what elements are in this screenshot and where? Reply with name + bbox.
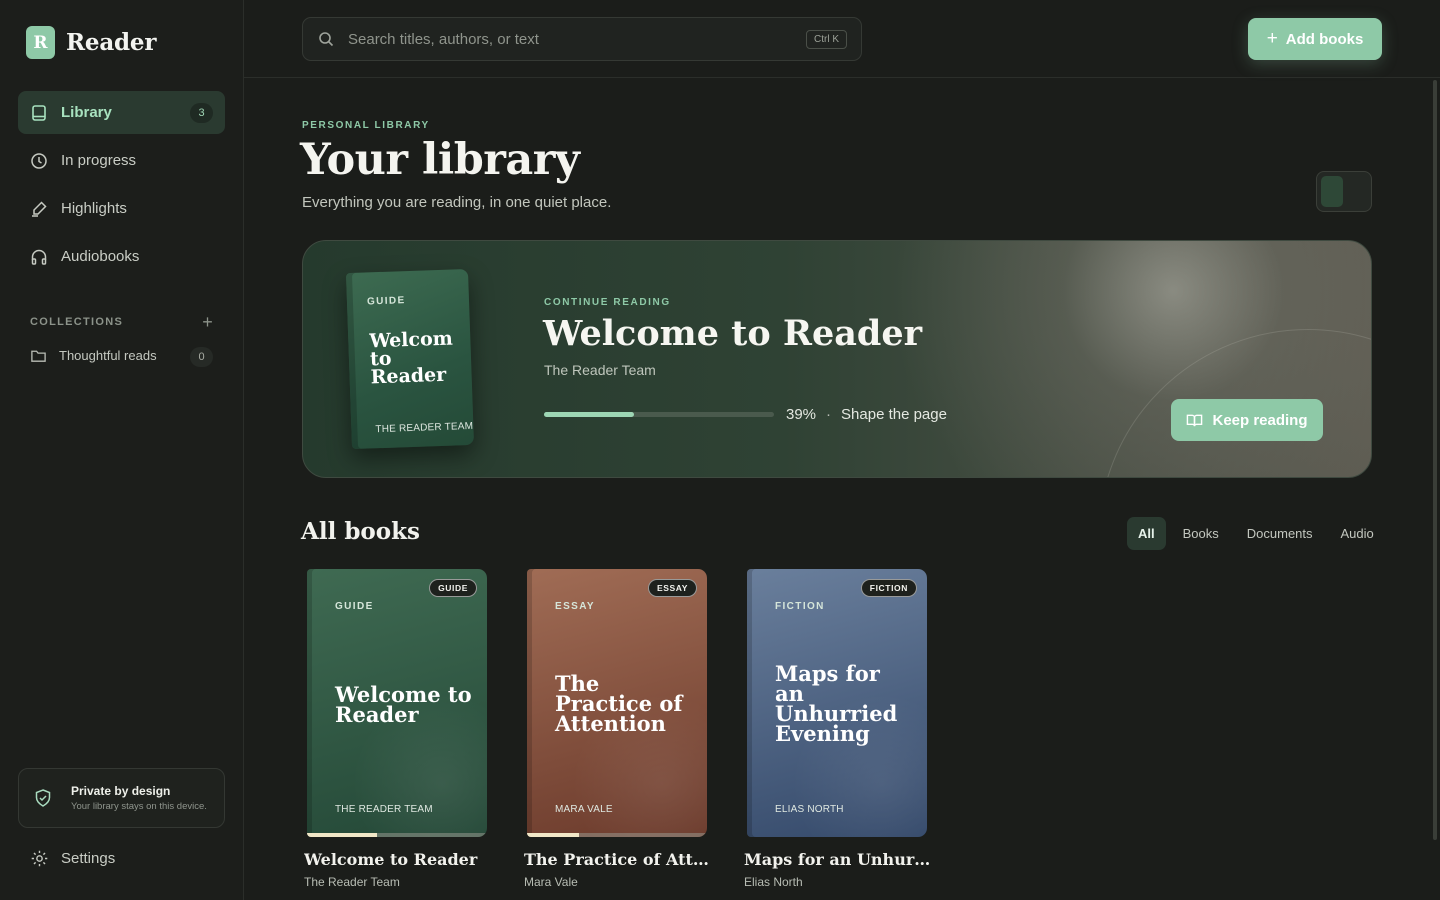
reading-meta: 39% · Shape the page [786,406,947,423]
sidebar-item-library[interactable]: Library 3 [18,91,225,134]
book-card[interactable]: FICTION FICTION Maps for an Unhurried Ev… [744,569,934,889]
add-books-label: Add books [1285,30,1364,48]
reading-progress-bar [544,412,774,417]
cover-genre: FICTION [775,601,825,612]
search-shortcut-hint: Ctrl K [806,30,847,49]
top-bar: Ctrl K + Add books [244,0,1440,78]
book-progress-fill [527,833,580,837]
brand-logo: R [26,26,55,59]
continue-reading-card: GUIDE Welcom to Reader THE READER TEAM C… [302,240,1372,478]
book-author: The Reader Team [304,875,400,889]
collection-item-thoughtful-reads[interactable]: Thoughtful reads 0 [30,347,214,367]
filter-all[interactable]: All [1127,517,1166,550]
sidebar-item-label: Library [61,104,112,121]
book-cover[interactable]: ESSAY ESSAY The Practice of Attention MA… [527,569,707,837]
privacy-title: Private by design [71,784,171,798]
add-books-button[interactable]: + Add books [1248,18,1382,60]
open-book-icon [1186,412,1203,429]
sidebar-item-label: Audiobooks [61,248,140,265]
search-input[interactable] [348,30,788,48]
collections-header: COLLECTIONS + [30,313,214,331]
add-collection-icon[interactable]: + [202,313,214,331]
cover-genre: GUIDE [366,295,406,308]
brand[interactable]: R Reader [26,26,156,59]
book-author: Elias North [744,875,803,889]
book-cover[interactable]: GUIDE GUIDE Welcome to Reader THE READER… [307,569,487,837]
book-progress-bar [307,833,487,837]
filter-documents[interactable]: Documents [1236,517,1324,550]
keep-reading-button[interactable]: Keep reading [1171,399,1323,441]
library-count-badge: 3 [190,103,213,123]
collection-count-badge: 0 [190,347,213,367]
view-toggle[interactable] [1316,171,1372,212]
highlighter-icon [30,200,48,218]
hero-book-cover[interactable]: GUIDE Welcom to Reader THE READER TEAM [345,268,475,450]
cover-title: Maps for an Unhurried Evening [775,661,898,746]
view-toggle-knob [1321,176,1343,207]
keep-reading-label: Keep reading [1212,411,1308,429]
progress-percent: 39% [786,406,817,423]
filter-books[interactable]: Books [1172,517,1230,550]
search-box[interactable]: Ctrl K [302,17,862,61]
book-title: Welcome to Reader [304,850,478,869]
sidebar-item-highlights[interactable]: Highlights [18,187,225,230]
page-subtitle: Everything you are reading, in one quiet… [302,194,612,211]
book-type-tag: FICTION [860,579,917,597]
clock-icon [30,152,48,170]
cover-genre: ESSAY [555,601,595,612]
sidebar-item-in-progress[interactable]: In progress [18,139,225,182]
book-type-tag: ESSAY [647,579,697,597]
book-cover[interactable]: FICTION FICTION Maps for an Unhurried Ev… [747,569,927,837]
plus-icon: + [1266,28,1278,49]
book-author: Mara Vale [524,875,578,889]
book-progress-fill [307,833,378,837]
meta-separator: · [826,406,832,423]
sidebar: R Reader Library 3 In progress Highlight… [0,0,244,900]
sidebar-item-label: Highlights [61,200,127,217]
sidebar-item-label: In progress [61,152,137,169]
hero-book-title: Welcome to Reader [543,313,923,354]
cover-title: Welcom to Reader [368,327,454,389]
page-eyebrow: PERSONAL LIBRARY [302,120,430,131]
shield-check-icon [33,788,53,808]
privacy-subtitle: Your library stays on this device. [71,801,207,812]
page-title: Your library [300,135,580,185]
book-title: Maps for an Unhurri... [744,850,934,869]
gear-icon [30,849,49,868]
book-filter-tabs: All Books Documents Audio [1127,517,1385,550]
cover-author: THE READER TEAM [375,420,474,436]
current-chapter: Shape the page [841,406,947,423]
cover-author: MARA VALE [555,804,613,815]
headphones-icon [30,248,48,266]
sidebar-item-audiobooks[interactable]: Audiobooks [18,235,225,278]
main-scrollbar[interactable] [1433,80,1437,840]
cover-author: THE READER TEAM [335,804,433,815]
book-icon [30,104,48,122]
hero-book-author: The Reader Team [544,362,656,378]
book-card[interactable]: ESSAY ESSAY The Practice of Attention MA… [524,569,714,889]
privacy-card: Private by design Your library stays on … [18,768,225,828]
continue-reading-eyebrow: CONTINUE READING [544,297,671,308]
folder-icon [30,347,47,364]
reading-progress-fill [544,412,634,417]
book-type-tag: GUIDE [429,579,477,597]
cover-author: ELIAS NORTH [775,804,844,815]
filter-audio[interactable]: Audio [1330,517,1385,550]
collections-label: COLLECTIONS [30,316,124,328]
cover-title: Welcome to Reader [335,682,472,727]
brand-name: Reader [66,29,157,56]
search-icon [318,31,334,47]
cover-genre: GUIDE [335,601,374,612]
book-title: The Practice of Atte... [524,850,714,869]
settings-label: Settings [61,850,116,867]
book-card[interactable]: GUIDE GUIDE Welcome to Reader THE READER… [304,569,494,889]
collection-label: Thoughtful reads [59,348,157,363]
settings-link[interactable]: Settings [30,849,115,868]
book-progress-bar [527,833,707,837]
cover-title: The Practice of Attention [555,671,683,736]
sidebar-nav: Library 3 In progress Highlights Audiobo… [18,91,225,283]
section-title: All books [301,518,420,545]
